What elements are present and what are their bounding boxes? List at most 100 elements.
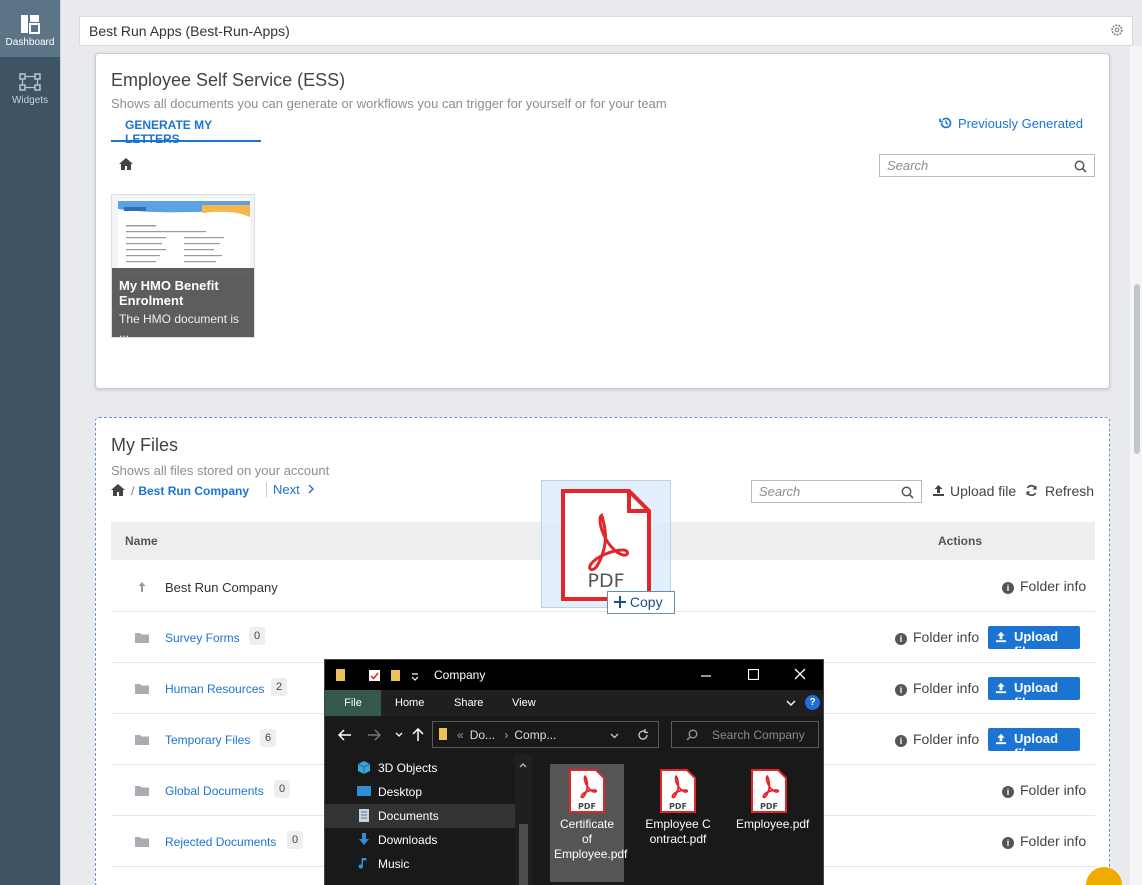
sidebar-item-dashboard[interactable]: Dashboard: [0, 0, 60, 57]
files-search-input[interactable]: Search: [751, 480, 922, 503]
tab-generate-my-letters[interactable]: GENERATE MY LETTERS: [111, 118, 261, 146]
address-segment[interactable]: Comp...: [514, 728, 556, 742]
nav-item-desktop[interactable]: Desktop: [325, 780, 515, 804]
search-placeholder: Search Company: [712, 728, 805, 742]
sidebar-item-widgets[interactable]: Widgets: [0, 58, 60, 115]
page-scrollbar[interactable]: [1130, 46, 1142, 885]
dropdown-icon[interactable]: [411, 673, 419, 681]
chevron-down-icon[interactable]: [610, 733, 619, 739]
letter-title: My HMO Benefit Enrolment: [119, 278, 219, 308]
file-item-certificate[interactable]: PDF Certificate of Employee.pdf: [550, 764, 627, 882]
scrollbar-thumb[interactable]: [1134, 284, 1140, 454]
nav-item-3d-objects[interactable]: 3D Objects: [325, 756, 515, 780]
help-icon[interactable]: ?: [805, 695, 820, 710]
file-item-employee-contract[interactable]: PDF Employee Contract.pdf: [641, 764, 715, 847]
column-header-name[interactable]: Name: [125, 534, 158, 548]
chevron-down-icon[interactable]: [786, 699, 796, 707]
folder-info-button[interactable]: i Folder info: [895, 731, 979, 747]
home-icon[interactable]: [111, 484, 125, 496]
files-subtitle: Shows all files stored on your account: [111, 463, 330, 478]
folder-info-button[interactable]: i Folder info: [1002, 578, 1086, 594]
app-title-bar: Best Run Apps (Best-Run-Apps): [79, 16, 1133, 46]
folder-info-label: Folder info: [1020, 782, 1087, 798]
previously-generated-link[interactable]: Previously Generated: [939, 116, 1083, 131]
folder-name[interactable]: Survey Forms: [165, 631, 240, 645]
gear-icon[interactable]: [1110, 23, 1124, 37]
dashboard-icon: [21, 15, 40, 34]
home-icon[interactable]: [119, 158, 133, 170]
minimize-icon[interactable]: [701, 670, 712, 681]
table-row-survey-forms[interactable]: Survey Forms 0 i Folder info Upload file: [111, 612, 1095, 663]
previously-generated-label: Previously Generated: [958, 116, 1084, 131]
folder-info-button[interactable]: i Folder info: [1002, 833, 1086, 849]
forward-arrow-icon[interactable]: [368, 729, 381, 741]
nav-scrollbar[interactable]: [515, 754, 532, 885]
upload-file-button[interactable]: Upload file: [988, 626, 1080, 659]
file-explorer-window: Company File Home Share View ? « Do... › C…: [324, 659, 824, 885]
upload-file-button[interactable]: Upload file: [988, 728, 1080, 761]
nav-item-music[interactable]: Music: [325, 852, 515, 876]
ribbon-tab-view[interactable]: View: [512, 697, 536, 709]
folder-name[interactable]: Global Documents: [165, 784, 264, 798]
folder-icon: [135, 786, 149, 796]
info-icon: i: [895, 735, 907, 747]
upload-file-button[interactable]: Upload file: [932, 483, 1016, 499]
sidebar-item-label: Dashboard: [5, 37, 55, 48]
nav-item-documents[interactable]: Documents: [325, 804, 515, 828]
explorer-search-input[interactable]: Search Company: [671, 721, 819, 748]
ribbon-tab-share[interactable]: Share: [454, 697, 483, 709]
info-icon: i: [1002, 786, 1014, 798]
copy-tooltip: Copy: [607, 591, 675, 614]
scrollbar-thumb[interactable]: [519, 824, 528, 885]
folder-info-button[interactable]: i Folder info: [895, 680, 979, 696]
folder-info-button[interactable]: i Folder info: [895, 629, 979, 645]
address-segment[interactable]: Do...: [470, 728, 495, 742]
refresh-button[interactable]: Refresh: [1025, 483, 1094, 499]
file-name: Employee Contract.pdf: [645, 817, 711, 846]
file-item-employee[interactable]: PDF Employee.pdf: [732, 764, 810, 832]
explorer-titlebar[interactable]: Company: [325, 660, 823, 690]
next-link[interactable]: Next: [266, 482, 315, 497]
letter-tile-hmo[interactable]: My HMO Benefit Enrolment The HMO documen…: [111, 194, 255, 338]
explorer-address-bar[interactable]: « Do... › Comp...: [432, 721, 659, 748]
breadcrumb-current[interactable]: Best Run Company: [138, 484, 249, 498]
properties-icon[interactable]: [368, 669, 381, 682]
info-icon: i: [895, 684, 907, 696]
parent-folder-name: Best Run Company: [165, 580, 278, 595]
chevron-right-icon: ›: [504, 728, 509, 742]
downloads-icon: [359, 833, 369, 845]
upload-icon: [995, 631, 1007, 643]
breadcrumb-separator: /: [131, 484, 135, 498]
search-placeholder: Search: [887, 158, 929, 173]
info-icon: i: [1002, 837, 1014, 849]
ess-subtitle: Shows all documents you can generate or …: [111, 96, 667, 111]
widgets-icon: [19, 73, 41, 91]
pdf-file-icon: PDF: [569, 769, 605, 813]
maximize-icon[interactable]: [748, 669, 759, 680]
folder-name[interactable]: Human Resources: [165, 682, 264, 696]
folder-info-button[interactable]: i Folder info: [1002, 782, 1086, 798]
recent-dropdown-icon[interactable]: [395, 732, 403, 738]
close-icon[interactable]: [794, 668, 806, 680]
explorer-title: Company: [434, 668, 486, 682]
pdf-badge: PDF: [669, 802, 687, 811]
copy-label: Copy: [629, 594, 663, 610]
ribbon-tab-file[interactable]: File: [325, 690, 381, 716]
pdf-badge: PDF: [760, 802, 778, 811]
folder-name[interactable]: Rejected Documents: [165, 835, 276, 849]
back-arrow-icon[interactable]: [338, 729, 351, 741]
drag-preview: PDF: [541, 480, 671, 608]
up-arrow-icon[interactable]: [412, 728, 424, 741]
file-name: Employee.pdf: [736, 817, 810, 831]
refresh-icon[interactable]: [637, 729, 649, 741]
scroll-up-icon[interactable]: [519, 762, 527, 768]
upload-file-button[interactable]: Upload file: [988, 677, 1080, 710]
letter-overlay: My HMO Benefit Enrolment The HMO documen…: [112, 268, 254, 337]
upload-file-label: Upload file: [1014, 731, 1059, 761]
nav-item-downloads[interactable]: Downloads: [325, 828, 515, 852]
folder-name[interactable]: Temporary Files: [165, 733, 250, 747]
pdf-badge: PDF: [578, 802, 596, 811]
new-folder-icon[interactable]: [390, 669, 402, 682]
ess-search-input[interactable]: Search: [879, 154, 1095, 177]
ribbon-tab-home[interactable]: Home: [395, 697, 424, 709]
